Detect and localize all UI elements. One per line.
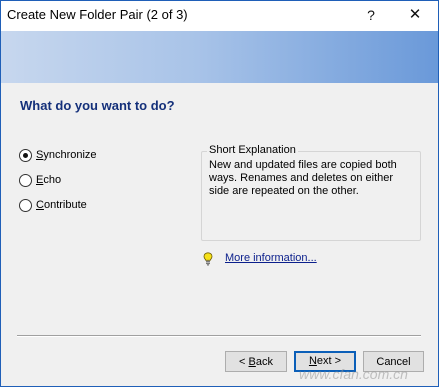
radio-echo[interactable]: Echo xyxy=(19,171,61,189)
explanation-text: New and updated files are copied both wa… xyxy=(209,159,397,197)
more-information-link[interactable]: More information... xyxy=(225,252,317,264)
question-icon: ? xyxy=(367,7,375,23)
header-banner xyxy=(1,31,438,83)
radio-contribute[interactable]: Contribute xyxy=(19,196,87,214)
close-button[interactable]: ✕ xyxy=(393,1,437,31)
footer-separator xyxy=(17,335,421,337)
radio-label-synchronize: Synchronize xyxy=(36,149,97,161)
dialog-window: Create New Folder Pair (2 of 3) ? ✕ What… xyxy=(0,0,439,387)
radio-synchronize[interactable]: Synchronize xyxy=(19,146,97,164)
radio-button-synchronize[interactable] xyxy=(19,148,32,162)
explanation-title: Short Explanation xyxy=(207,144,298,156)
lightbulb-icon xyxy=(203,252,213,266)
window-title: Create New Folder Pair (2 of 3) xyxy=(7,7,188,22)
title-bar: Create New Folder Pair (2 of 3) ? ✕ xyxy=(1,1,438,31)
watermark: www.cfan.com.cn xyxy=(299,366,408,382)
back-button[interactable]: < Back xyxy=(225,351,287,372)
close-icon: ✕ xyxy=(408,6,422,23)
radio-label-contribute: Contribute xyxy=(36,199,87,211)
radio-button-contribute[interactable] xyxy=(19,198,32,212)
radio-button-echo[interactable] xyxy=(19,173,32,187)
page-heading: What do you want to do? xyxy=(20,98,175,113)
radio-label-echo: Echo xyxy=(36,174,62,186)
help-button[interactable]: ? xyxy=(349,1,393,31)
